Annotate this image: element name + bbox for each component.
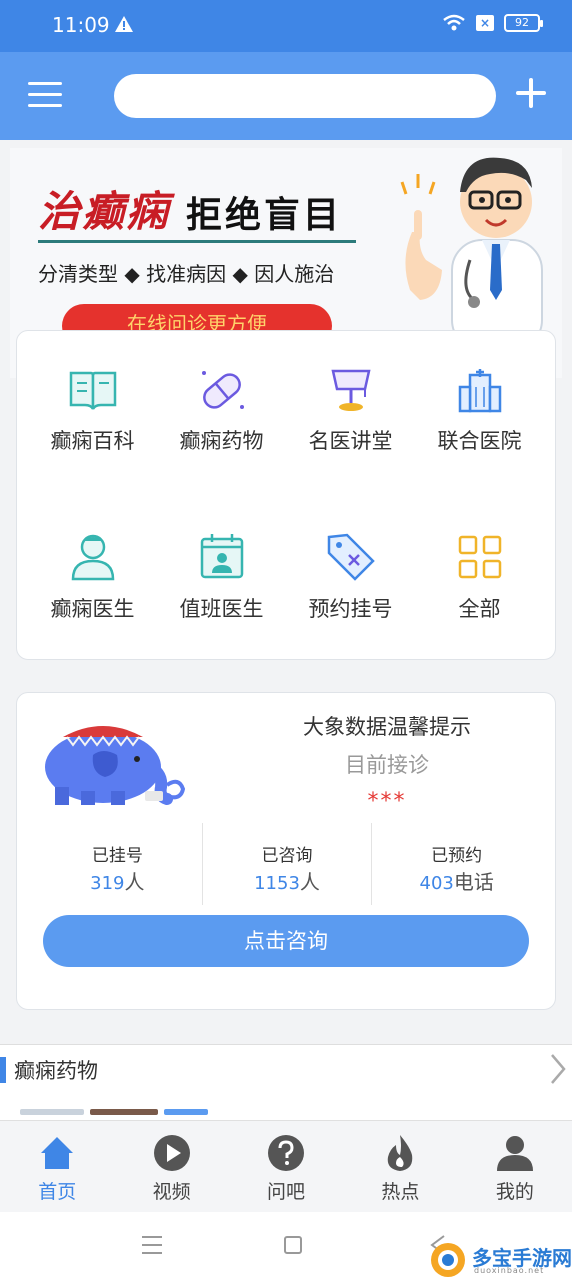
calendar-icon bbox=[200, 534, 243, 579]
stat-unit: 人 bbox=[124, 870, 145, 894]
status-time: 11:09 bbox=[52, 13, 110, 37]
search-input[interactable] bbox=[114, 74, 496, 118]
section-accent-bar bbox=[0, 1057, 6, 1083]
data-tip-card: 大象数据温馨提示 目前接诊 *** 已挂号 319人 已咨询 1153人 已预约… bbox=[16, 692, 556, 1010]
stat-registered: 已挂号 319人 bbox=[33, 823, 202, 905]
recent-apps-button[interactable] bbox=[142, 1236, 162, 1254]
grid-icon bbox=[458, 535, 501, 579]
menu-button[interactable] bbox=[28, 82, 62, 108]
section-thumbnails bbox=[20, 1109, 208, 1115]
lamp-icon bbox=[330, 369, 371, 411]
section-title: 癫痫药物 bbox=[14, 1059, 98, 1083]
stat-label: 已挂号 bbox=[91, 846, 143, 866]
tab-questions[interactable]: 问吧 bbox=[229, 1121, 343, 1212]
status-bar: 11:09 × 92 bbox=[0, 0, 572, 52]
tab-home[interactable]: 首页 bbox=[0, 1121, 114, 1212]
doctor-illustration bbox=[400, 157, 543, 340]
stat-value: 319 bbox=[90, 873, 125, 894]
tab-label: 热点 bbox=[381, 1181, 420, 1203]
tab-video[interactable]: 视频 bbox=[114, 1121, 228, 1212]
stat-label: 已咨询 bbox=[261, 846, 313, 866]
grid-item-label: 预约挂号 bbox=[308, 597, 393, 621]
grid-item-label: 全部 bbox=[458, 597, 501, 621]
stat-value: 1153 bbox=[254, 873, 300, 894]
tab-label: 问吧 bbox=[267, 1181, 306, 1203]
add-button[interactable] bbox=[514, 76, 548, 110]
play-icon bbox=[153, 1135, 190, 1171]
warning-icon bbox=[115, 16, 133, 32]
stat-unit: 人 bbox=[299, 870, 320, 894]
elephant-illustration bbox=[45, 726, 186, 805]
tab-profile[interactable]: 我的 bbox=[458, 1121, 572, 1212]
battery-icon: 92 bbox=[504, 14, 543, 32]
stat-unit: 电话 bbox=[453, 870, 494, 894]
watermark-logo-icon bbox=[431, 1243, 465, 1277]
stat-label: 已预约 bbox=[431, 846, 483, 866]
book-icon bbox=[69, 371, 116, 410]
grid-item-label: 名医讲堂 bbox=[308, 429, 393, 453]
banner-subtitle: 分清类型 ◆ 找准病因 ◆ 因人施治 bbox=[38, 262, 335, 286]
feature-grid: 癫痫百科 癫痫药物 名医讲堂 联合医院 癫痫医生 值班医生 预约挂号 全部 bbox=[16, 330, 556, 660]
stats-row: 已挂号 319人 已咨询 1153人 已预约 403电话 bbox=[33, 823, 541, 905]
info-title: 大象数据温馨提示 bbox=[303, 715, 471, 739]
home-button[interactable] bbox=[284, 1236, 302, 1254]
hospital-icon bbox=[458, 369, 501, 413]
doctor-icon bbox=[71, 534, 114, 581]
info-stars: *** bbox=[367, 789, 407, 814]
tab-label: 视频 bbox=[152, 1181, 191, 1203]
bottom-tab-bar: 首页 视频 问吧 热点 我的 bbox=[0, 1120, 572, 1212]
medicine-section: 癫痫药物 bbox=[0, 1044, 572, 1124]
banner-title-red: 治癫痫 bbox=[38, 187, 171, 236]
consult-button[interactable]: 点击咨询 bbox=[43, 915, 529, 967]
site-watermark: 多宝手游网 duoxinbao.net bbox=[428, 1240, 572, 1280]
stat-consulted: 已咨询 1153人 bbox=[201, 823, 372, 905]
grid-item-appointment[interactable]: 预约挂号 bbox=[283, 531, 418, 671]
grid-item-label: 癫痫药物 bbox=[179, 429, 264, 453]
grid-item-duty-doctor[interactable]: 值班医生 bbox=[154, 531, 289, 671]
grid-item-label: 联合医院 bbox=[437, 429, 522, 453]
grid-item-label: 癫痫百科 bbox=[50, 429, 135, 453]
status-indicators: × 92 bbox=[442, 14, 543, 32]
grid-item-hospital[interactable]: 联合医院 bbox=[412, 367, 547, 507]
banner-title-black: 拒绝盲目 bbox=[186, 195, 343, 236]
grid-item-encyclopedia[interactable]: 癫痫百科 bbox=[25, 367, 160, 507]
tag-icon bbox=[327, 533, 375, 581]
info-subtitle: 目前接诊 bbox=[345, 753, 429, 777]
grid-item-doctor[interactable]: 癫痫医生 bbox=[25, 531, 160, 671]
wifi-icon bbox=[443, 14, 465, 31]
grid-item-medicine[interactable]: 癫痫药物 bbox=[154, 367, 289, 507]
stat-booked: 已预约 403电话 bbox=[371, 823, 541, 905]
grid-item-label: 值班医生 bbox=[179, 597, 264, 621]
sim-off-icon: × bbox=[476, 15, 494, 31]
tab-label: 首页 bbox=[38, 1181, 77, 1203]
question-icon bbox=[268, 1135, 305, 1171]
grid-item-all[interactable]: 全部 bbox=[412, 531, 547, 671]
chevron-right-icon[interactable] bbox=[548, 1051, 568, 1087]
pill-icon bbox=[201, 371, 244, 409]
grid-item-label: 癫痫医生 bbox=[50, 597, 135, 621]
grid-item-lecture[interactable]: 名医讲堂 bbox=[283, 367, 418, 507]
watermark-subtext: duoxinbao.net bbox=[474, 1266, 545, 1275]
user-icon bbox=[496, 1136, 533, 1171]
fire-icon bbox=[388, 1135, 413, 1171]
banner-divider bbox=[38, 240, 356, 243]
tab-label: 我的 bbox=[495, 1181, 534, 1203]
stat-value: 403 bbox=[419, 873, 454, 894]
home-icon bbox=[41, 1137, 74, 1169]
app-header bbox=[0, 52, 572, 140]
tab-hot[interactable]: 热点 bbox=[343, 1121, 457, 1212]
